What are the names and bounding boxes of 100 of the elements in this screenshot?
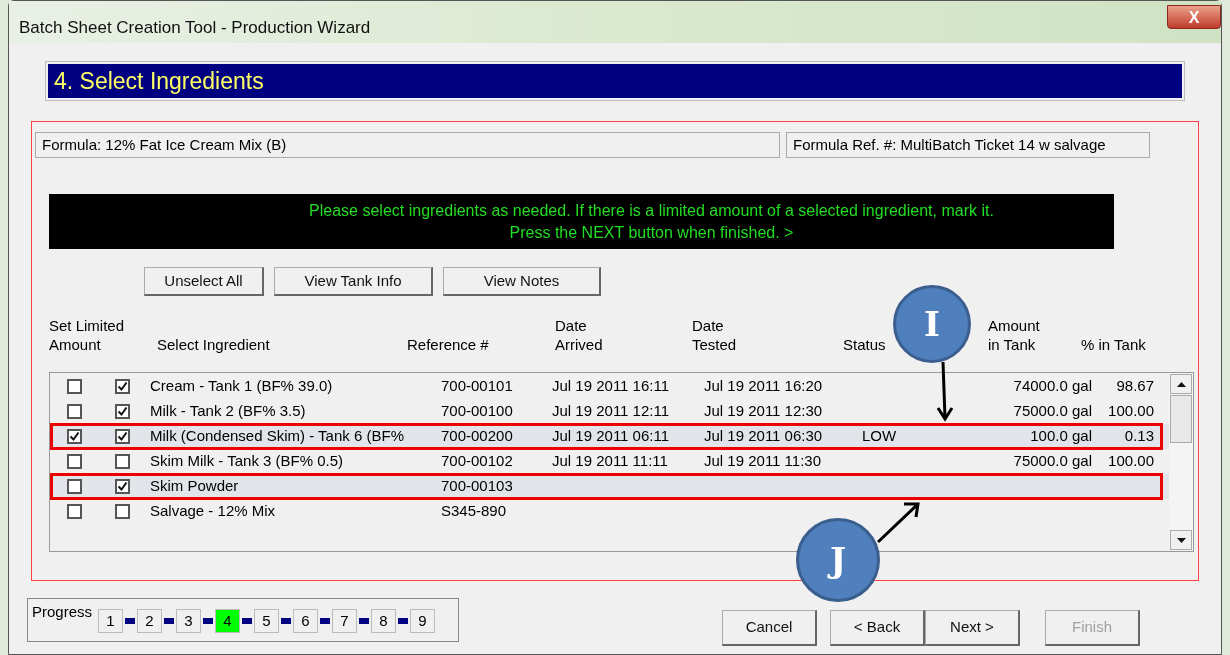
progress-step: 9 [410,609,436,633]
progress-step: 1 [98,609,124,633]
button[interactable]: Next > [925,610,1020,646]
reference-cell: 700-00101 [441,377,513,395]
step-connector [320,618,331,624]
step-connector [398,618,409,624]
step-connector [281,618,292,624]
ingredient-row[interactable]: Skim Milk - Tank 3 (BF% 0.5) 700-00102 Jul 19 2011 11:11 Jul 19 2011 11:30 75000.0 gal 100.00 [50,449,1169,474]
amount-cell-text: 100.0 gal [1030,426,1092,447]
checkbox[interactable] [114,454,130,469]
step-connector [164,618,175,624]
ingredient-name: Milk - Tank 2 (BF% 3.5) [150,402,306,420]
ingredient-name: Milk (Condensed Skim) - Tank 6 (BF% [150,427,404,445]
scroll-down-button[interactable] [1170,530,1192,550]
percent-cell-text: 98.67 [1116,376,1154,397]
percent-cell-text: 100.00 [1108,401,1154,422]
scroll-thumb[interactable] [1170,395,1192,443]
down-triangle-icon [1176,537,1186,543]
callout-arrow [935,362,955,422]
checkbox[interactable] [66,404,82,419]
reference-cell: 700-00102 [441,452,513,470]
button[interactable]: Cancel [722,610,817,646]
column-header: Reference # [407,335,489,354]
amount-cell-text: 75000.0 gal [1013,401,1092,422]
progress-label: Progress [32,602,93,622]
column-header: Select Ingredient [157,335,270,354]
checkbox[interactable] [66,504,82,519]
column-header: % in Tank [1081,335,1146,354]
checkbox[interactable] [114,404,130,419]
button[interactable]: < Back [830,610,925,646]
reference-cell: 700-00100 [441,402,513,420]
date-cell: Jul 19 2011 06:11 [552,427,670,445]
reference-cell: S345-890 [441,502,507,520]
step-connector [242,618,253,624]
checkbox[interactable] [114,429,130,444]
progress-step: 8 [371,609,397,633]
amount-cell-text: 74000.0 gal [1013,376,1092,397]
ingredient-name: Salvage - 12% Mix [150,502,276,520]
instruction-text: Please select ingredients as needed. If there is a limited amount of a selected ingredient, mark it. [308,200,994,221]
step-connector [203,618,214,624]
button[interactable]: Unselect All [144,267,264,296]
ingredient-name: Skim Milk - Tank 3 (BF% 0.5) [150,452,344,470]
button[interactable]: View Tank Info [274,267,433,296]
date-cell: Jul 19 2011 16:11 [552,377,670,395]
date-cell: Jul 19 2011 11:11 [552,452,668,470]
step-connector [125,618,136,624]
ingredient-name: Skim Powder [150,477,239,495]
percent-cell-text: 0.13 [1124,426,1154,447]
date-cell: Jul 19 2011 11:30 [704,452,822,470]
check-icon [116,481,128,492]
column-header: Tested [692,335,737,354]
progress-step: 3 [176,609,202,633]
progress-step: 2 [137,609,163,633]
checkbox[interactable] [66,379,82,394]
ingredient-row[interactable]: Milk (Condensed Skim) - Tank 6 (BF% 700-00200 Jul 19 2011 06:11 Jul 19 2011 06:30 LOW 100.0 gal 0.13 [50,424,1169,449]
progress-step: 7 [332,609,358,633]
instruction-text: Press the NEXT button when finished. > [508,222,794,243]
scroll-up-button[interactable] [1170,374,1192,394]
column-header: Amount [988,316,1040,335]
up-triangle-icon [1176,381,1186,387]
check-icon [116,406,128,417]
check-icon [116,431,128,442]
amount-cell-text: 75000.0 gal [1013,451,1092,472]
checkbox[interactable] [66,429,82,444]
ingredient-row[interactable]: Milk - Tank 2 (BF% 3.5) 700-00100 Jul 19 2011 12:11 Jul 19 2011 12:30 75000.0 gal 100.00 [50,399,1169,424]
percent-cell-text: 100.00 [1108,451,1154,472]
ingredient-row[interactable]: Cream - Tank 1 (BF% 39.0) 700-00101 Jul 19 2011 16:11 Jul 19 2011 16:20 74000.0 gal 98.67 [50,374,1169,399]
column-header: Set Limited [49,316,125,335]
ingredient-row[interactable]: Skim Powder 700-00103 [50,474,1169,499]
checkbox[interactable] [114,479,130,494]
progress-step: 5 [254,609,280,633]
scrollbar[interactable] [1169,373,1193,551]
formula-field: Formula: 12% Fat Ice Cream Mix (B) [35,132,780,158]
progress-step: 4 [215,609,241,633]
checkbox[interactable] [114,379,130,394]
column-header: Amount [49,335,101,354]
date-cell: Jul 19 2011 12:11 [552,402,670,420]
date-cell: Jul 19 2011 06:30 [704,427,823,445]
callout-arrow [876,500,922,544]
step-connector [359,618,370,624]
column-header: Date [555,316,587,335]
check-icon [116,381,128,392]
checkbox[interactable] [66,454,82,469]
status-cell: LOW [862,427,897,445]
column-header: Date [692,316,724,335]
formula-ref-field: Formula Ref. #: MultiBatch Ticket 14 w salvage [786,132,1150,158]
checkbox[interactable] [66,479,82,494]
column-header: Arrived [555,335,603,354]
date-cell: Jul 19 2011 12:30 [704,402,823,420]
button[interactable]: View Notes [443,267,601,296]
column-header: Status [843,335,886,354]
checkbox[interactable] [114,504,130,519]
date-cell: Jul 19 2011 16:20 [704,377,823,395]
step-title: 4. Select Ingredients [54,66,264,96]
ingredient-name: Cream - Tank 1 (BF% 39.0) [150,377,333,395]
progress-step: 6 [293,609,319,633]
window-title: Batch Sheet Creation Tool - Production Wizard [19,17,371,39]
reference-cell: 700-00200 [441,427,513,445]
check-icon [68,431,80,442]
column-header: in Tank [988,335,1036,354]
